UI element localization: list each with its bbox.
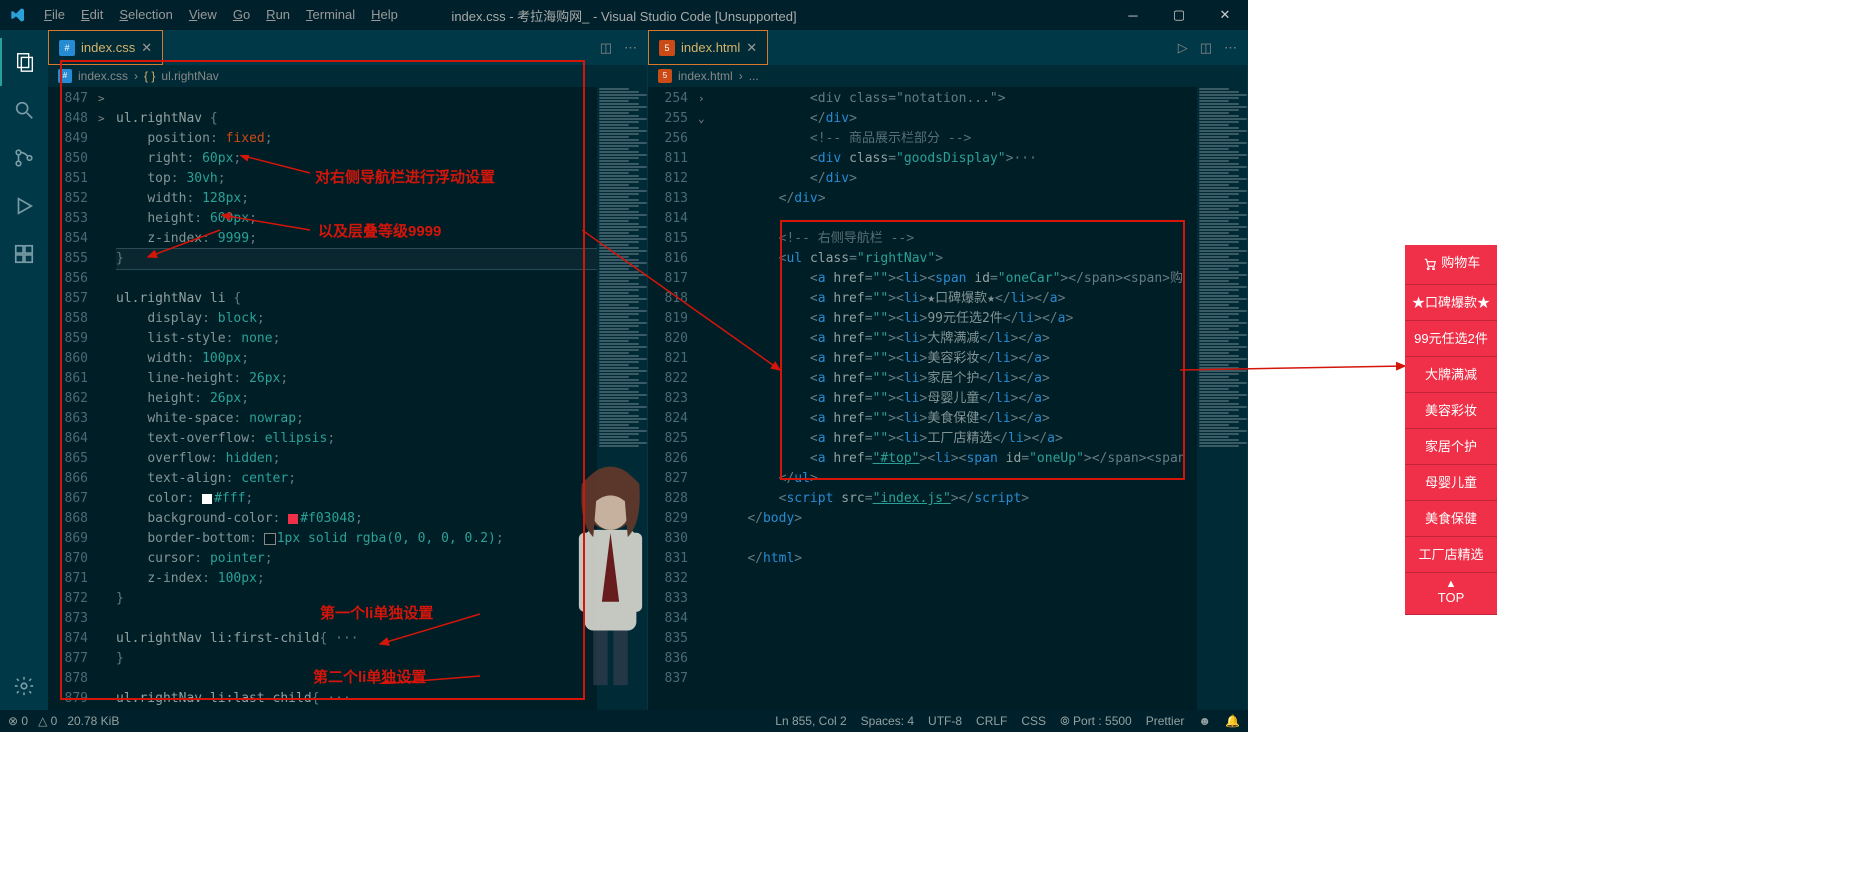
rightnav-item[interactable]: ★口碑爆款★ xyxy=(1405,285,1497,321)
status-bar: ⊗ 0 △ 0 20.78 KiB Ln 855, Col 2 Spaces: … xyxy=(0,710,1248,732)
status-feedback-icon[interactable]: ☻ xyxy=(1198,714,1211,728)
brackets-icon: { } xyxy=(144,69,155,83)
status-eol[interactable]: CRLF xyxy=(976,714,1007,728)
vscode-window: FileEditSelectionViewGoRunTerminalHelp i… xyxy=(0,0,1248,732)
tab-label: index.css xyxy=(81,40,135,55)
menu-file[interactable]: File xyxy=(36,0,73,30)
status-indentation[interactable]: Spaces: 4 xyxy=(861,714,914,728)
minimize-button[interactable]: ─ xyxy=(1110,0,1156,30)
css-file-icon: # xyxy=(59,40,75,56)
split-editor-icon[interactable]: ◫ xyxy=(1200,40,1212,56)
menubar: FileEditSelectionViewGoRunTerminalHelp xyxy=(36,0,406,30)
editor-group-left: # index.css ✕ ◫ ⋯ # index.css › { } ul.r… xyxy=(48,30,648,710)
rightnav-item[interactable]: 大牌满减 xyxy=(1405,357,1497,393)
rightnav-item[interactable]: 美食保健 xyxy=(1405,501,1497,537)
status-bell-icon[interactable]: 🔔 xyxy=(1225,714,1240,728)
editor-group-right: 5 index.html ✕ ▷ ◫ ⋯ 5 index.html › ... xyxy=(648,30,1248,710)
status-liveserver[interactable]: ⦾ Port : 5500 xyxy=(1060,714,1132,729)
code-editor-left[interactable]: 847 848 849 850 851 852 853 854 855 856 … xyxy=(48,87,647,710)
maximize-button[interactable]: ▢ xyxy=(1156,0,1202,30)
run-icon[interactable]: ▷ xyxy=(1178,40,1188,56)
html-file-icon: 5 xyxy=(658,69,672,83)
status-cursor-pos[interactable]: Ln 855, Col 2 xyxy=(775,714,846,728)
tab-index-html[interactable]: 5 index.html ✕ xyxy=(648,30,768,65)
css-file-icon: # xyxy=(58,69,72,83)
status-prettier[interactable]: Prettier xyxy=(1146,714,1185,728)
tab-index-css[interactable]: # index.css ✕ xyxy=(48,30,163,65)
rightnav-item[interactable]: 99元任选2件 xyxy=(1405,321,1497,357)
tab-label: index.html xyxy=(681,40,740,55)
breadcrumb-left[interactable]: # index.css › { } ul.rightNav xyxy=(48,65,647,87)
code-editor-right[interactable]: 254 255 256 811 812 813 814 815 816 817 … xyxy=(648,87,1247,710)
right-nav-preview: 购物车★口碑爆款★99元任选2件大牌满减美容彩妆家居个护母婴儿童美食保健工厂店精… xyxy=(1405,245,1497,615)
settings-gear-icon[interactable] xyxy=(0,662,48,710)
tab-bar-right: 5 index.html ✕ ▷ ◫ ⋯ xyxy=(648,30,1247,65)
menu-terminal[interactable]: Terminal xyxy=(298,0,363,30)
menu-go[interactable]: Go xyxy=(225,0,258,30)
search-icon[interactable] xyxy=(0,86,48,134)
more-actions-icon[interactable]: ⋯ xyxy=(624,40,637,56)
status-warnings[interactable]: △ 0 xyxy=(38,714,57,728)
rightnav-item[interactable]: 母婴儿童 xyxy=(1405,465,1497,501)
explorer-icon[interactable] xyxy=(0,38,48,86)
window-title: index.css - 考拉海购网_ - Visual Studio Code … xyxy=(451,6,796,25)
extensions-icon[interactable] xyxy=(0,230,48,278)
close-button[interactable]: ✕ xyxy=(1202,0,1248,30)
vscode-logo-icon xyxy=(0,7,36,23)
rightnav-top[interactable]: ▲TOP xyxy=(1405,573,1497,615)
rightnav-item[interactable]: 工厂店精选 xyxy=(1405,537,1497,573)
split-editor-icon[interactable]: ◫ xyxy=(600,40,612,56)
html-file-icon: 5 xyxy=(659,40,675,56)
titlebar: FileEditSelectionViewGoRunTerminalHelp i… xyxy=(0,0,1248,30)
rightnav-item[interactable]: 美容彩妆 xyxy=(1405,393,1497,429)
activity-bar xyxy=(0,30,48,710)
menu-selection[interactable]: Selection xyxy=(111,0,180,30)
rightnav-item[interactable]: 家居个护 xyxy=(1405,429,1497,465)
tab-bar-left: # index.css ✕ ◫ ⋯ xyxy=(48,30,647,65)
status-filesize[interactable]: 20.78 KiB xyxy=(67,714,119,728)
run-debug-icon[interactable] xyxy=(0,182,48,230)
rightnav-item[interactable]: 购物车 xyxy=(1405,245,1497,285)
menu-view[interactable]: View xyxy=(181,0,225,30)
menu-help[interactable]: Help xyxy=(363,0,406,30)
tab-close-icon[interactable]: ✕ xyxy=(141,40,152,56)
window-controls: ─ ▢ ✕ xyxy=(1110,0,1248,30)
editor-area: # index.css ✕ ◫ ⋯ # index.css › { } ul.r… xyxy=(48,30,1248,710)
more-actions-icon[interactable]: ⋯ xyxy=(1224,40,1237,56)
menu-edit[interactable]: Edit xyxy=(73,0,111,30)
menu-run[interactable]: Run xyxy=(258,0,298,30)
status-errors[interactable]: ⊗ 0 xyxy=(8,714,28,728)
status-encoding[interactable]: UTF-8 xyxy=(928,714,962,728)
breadcrumb-right[interactable]: 5 index.html › ... xyxy=(648,65,1247,87)
tab-close-icon[interactable]: ✕ xyxy=(746,40,757,56)
status-language[interactable]: CSS xyxy=(1021,714,1046,728)
minimap-right[interactable] xyxy=(1197,87,1247,710)
source-control-icon[interactable] xyxy=(0,134,48,182)
